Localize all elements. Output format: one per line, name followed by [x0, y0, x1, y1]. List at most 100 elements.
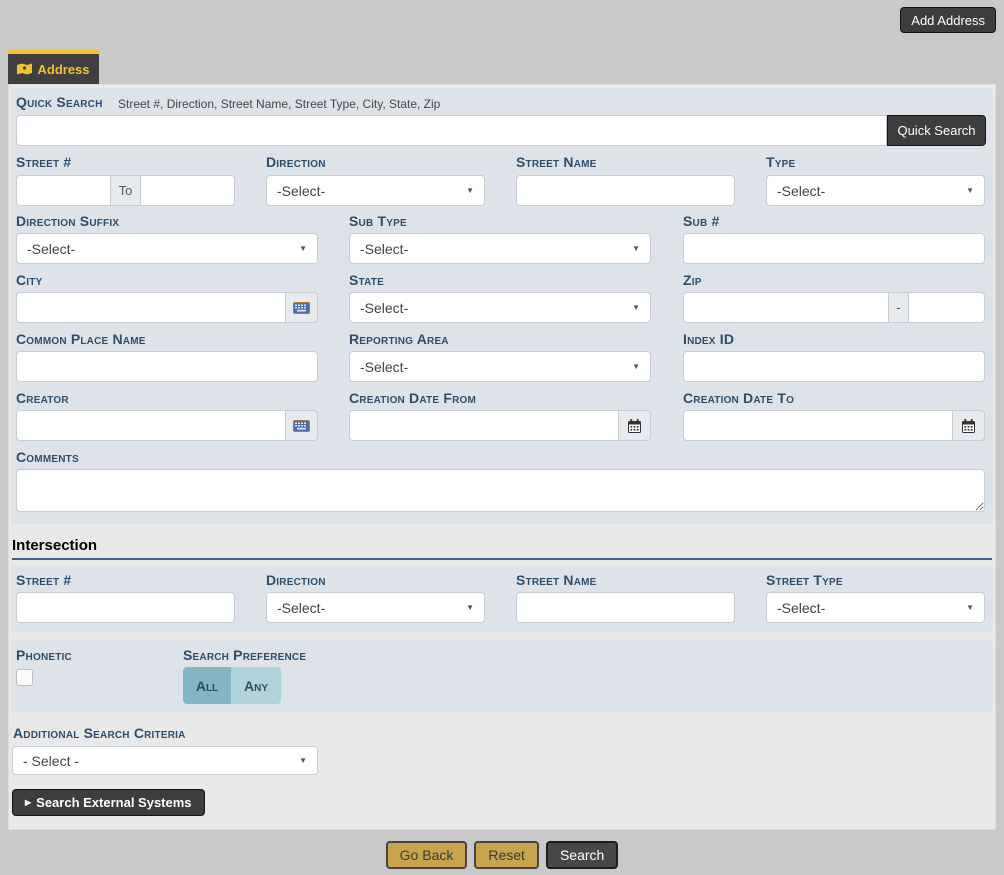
quick-search-label: Quick Search	[16, 94, 103, 110]
search-preference-toggle: All Any	[183, 667, 281, 704]
intersection-street-type-label: Street Type	[766, 572, 843, 588]
state-select-value: -Select-	[360, 300, 408, 316]
creator-input[interactable]	[16, 410, 286, 441]
creation-date-to-label: Creation Date To	[683, 390, 794, 406]
reporting-area-select[interactable]: -Select- ▼	[349, 351, 651, 382]
type-select-value: -Select-	[777, 183, 825, 199]
street-number-to-input[interactable]	[140, 175, 235, 206]
chevron-down-icon: ▼	[966, 604, 974, 612]
address-search-page: Add Address Address Quick Search Street …	[0, 0, 1004, 875]
zip-separator: -	[888, 292, 909, 323]
city-input[interactable]	[16, 292, 286, 323]
zip-input[interactable]	[683, 292, 889, 323]
intersection-street-name-label: Street Name	[516, 572, 597, 588]
intersection-street-type-select[interactable]: -Select- ▼	[766, 592, 985, 623]
direction-suffix-select-value: -Select-	[27, 241, 75, 257]
state-select[interactable]: -Select- ▼	[349, 292, 651, 323]
creation-date-from-calendar-button[interactable]	[618, 410, 651, 441]
reset-button[interactable]: Reset	[474, 841, 539, 869]
chevron-down-icon: ▼	[466, 604, 474, 612]
sub-type-select[interactable]: -Select- ▼	[349, 233, 651, 264]
reporting-area-select-value: -Select-	[360, 359, 408, 375]
type-select[interactable]: -Select- ▼	[766, 175, 985, 206]
calendar-icon	[628, 419, 641, 433]
chevron-down-icon: ▼	[466, 187, 474, 195]
direction-select-value: -Select-	[277, 183, 325, 199]
search-external-systems-button[interactable]: ▶ Search External Systems	[12, 789, 205, 816]
keyboard-icon	[293, 420, 310, 432]
creation-date-to-group	[683, 410, 985, 441]
reporting-area-label: Reporting Area	[349, 331, 449, 347]
preference-any-button[interactable]: Any	[231, 667, 281, 704]
map-icon	[17, 63, 32, 75]
zip-plus4-input[interactable]	[908, 292, 985, 323]
creation-date-to-input[interactable]	[683, 410, 953, 441]
street-number-label: Street #	[16, 154, 71, 170]
add-address-button[interactable]: Add Address	[900, 7, 996, 33]
intersection-street-type-select-value: -Select-	[777, 600, 825, 616]
search-button[interactable]: Search	[546, 841, 618, 869]
creator-keyboard-button[interactable]	[285, 410, 318, 441]
intersection-street-number-label: Street #	[16, 572, 71, 588]
quick-search-hint: Street #, Direction, Street Name, Street…	[118, 97, 440, 111]
creation-date-from-group	[349, 410, 651, 441]
direction-suffix-label: Direction Suffix	[16, 213, 119, 229]
city-keyboard-button[interactable]	[285, 292, 318, 323]
type-label: Type	[766, 154, 795, 170]
phonetic-checkbox[interactable]	[16, 669, 33, 686]
creator-label: Creator	[16, 390, 69, 406]
city-label: City	[16, 272, 42, 288]
creation-date-from-input[interactable]	[349, 410, 619, 441]
additional-search-criteria-select[interactable]: - Select - ▼	[12, 746, 318, 775]
common-place-name-input[interactable]	[16, 351, 318, 382]
preference-all-button[interactable]: All	[183, 667, 231, 704]
go-back-button[interactable]: Go Back	[386, 841, 468, 869]
quick-search-button[interactable]: Quick Search	[887, 115, 986, 146]
state-label: State	[349, 272, 384, 288]
intersection-heading: Intersection	[12, 537, 992, 560]
search-preference-label: Search Preference	[183, 647, 306, 663]
direction-select[interactable]: -Select- ▼	[266, 175, 485, 206]
common-place-name-label: Common Place Name	[16, 331, 146, 347]
sub-type-select-value: -Select-	[360, 241, 408, 257]
direction-suffix-select[interactable]: -Select- ▼	[16, 233, 318, 264]
creation-date-from-label: Creation Date From	[349, 390, 476, 406]
street-number-range-group: To	[16, 175, 235, 206]
street-number-from-input[interactable]	[16, 175, 111, 206]
additional-search-criteria-label: Additional Search Criteria	[13, 725, 186, 741]
keyboard-icon	[293, 302, 310, 314]
footer-actions: Go Back Reset Search	[0, 841, 1004, 869]
quick-search-input[interactable]	[16, 115, 887, 146]
zip-group: -	[683, 292, 985, 323]
sub-number-label: Sub #	[683, 213, 719, 229]
street-name-input[interactable]	[516, 175, 735, 206]
sub-type-label: Sub Type	[349, 213, 407, 229]
creator-group	[16, 410, 318, 441]
calendar-icon	[962, 419, 975, 433]
intersection-street-number-input[interactable]	[16, 592, 235, 623]
phonetic-label: Phonetic	[16, 647, 72, 663]
chevron-down-icon: ▼	[966, 187, 974, 195]
index-id-label: Index ID	[683, 331, 734, 347]
index-id-input[interactable]	[683, 351, 985, 382]
comments-label: Comments	[16, 449, 79, 465]
sub-number-input[interactable]	[683, 233, 985, 264]
triangle-right-icon: ▶	[25, 799, 31, 807]
tab-address[interactable]: Address	[8, 50, 99, 84]
options-section	[11, 640, 993, 712]
comments-textarea[interactable]	[16, 469, 985, 512]
intersection-direction-label: Direction	[266, 572, 326, 588]
chevron-down-icon: ▼	[632, 304, 640, 312]
intersection-direction-select-value: -Select-	[277, 600, 325, 616]
city-group	[16, 292, 318, 323]
zip-label: Zip	[683, 272, 702, 288]
intersection-street-name-input[interactable]	[516, 592, 735, 623]
creation-date-to-calendar-button[interactable]	[952, 410, 985, 441]
chevron-down-icon: ▼	[299, 757, 307, 765]
street-name-label: Street Name	[516, 154, 597, 170]
chevron-down-icon: ▼	[632, 245, 640, 253]
tab-address-label: Address	[37, 62, 89, 77]
intersection-direction-select[interactable]: -Select- ▼	[266, 592, 485, 623]
chevron-down-icon: ▼	[299, 245, 307, 253]
chevron-down-icon: ▼	[632, 363, 640, 371]
